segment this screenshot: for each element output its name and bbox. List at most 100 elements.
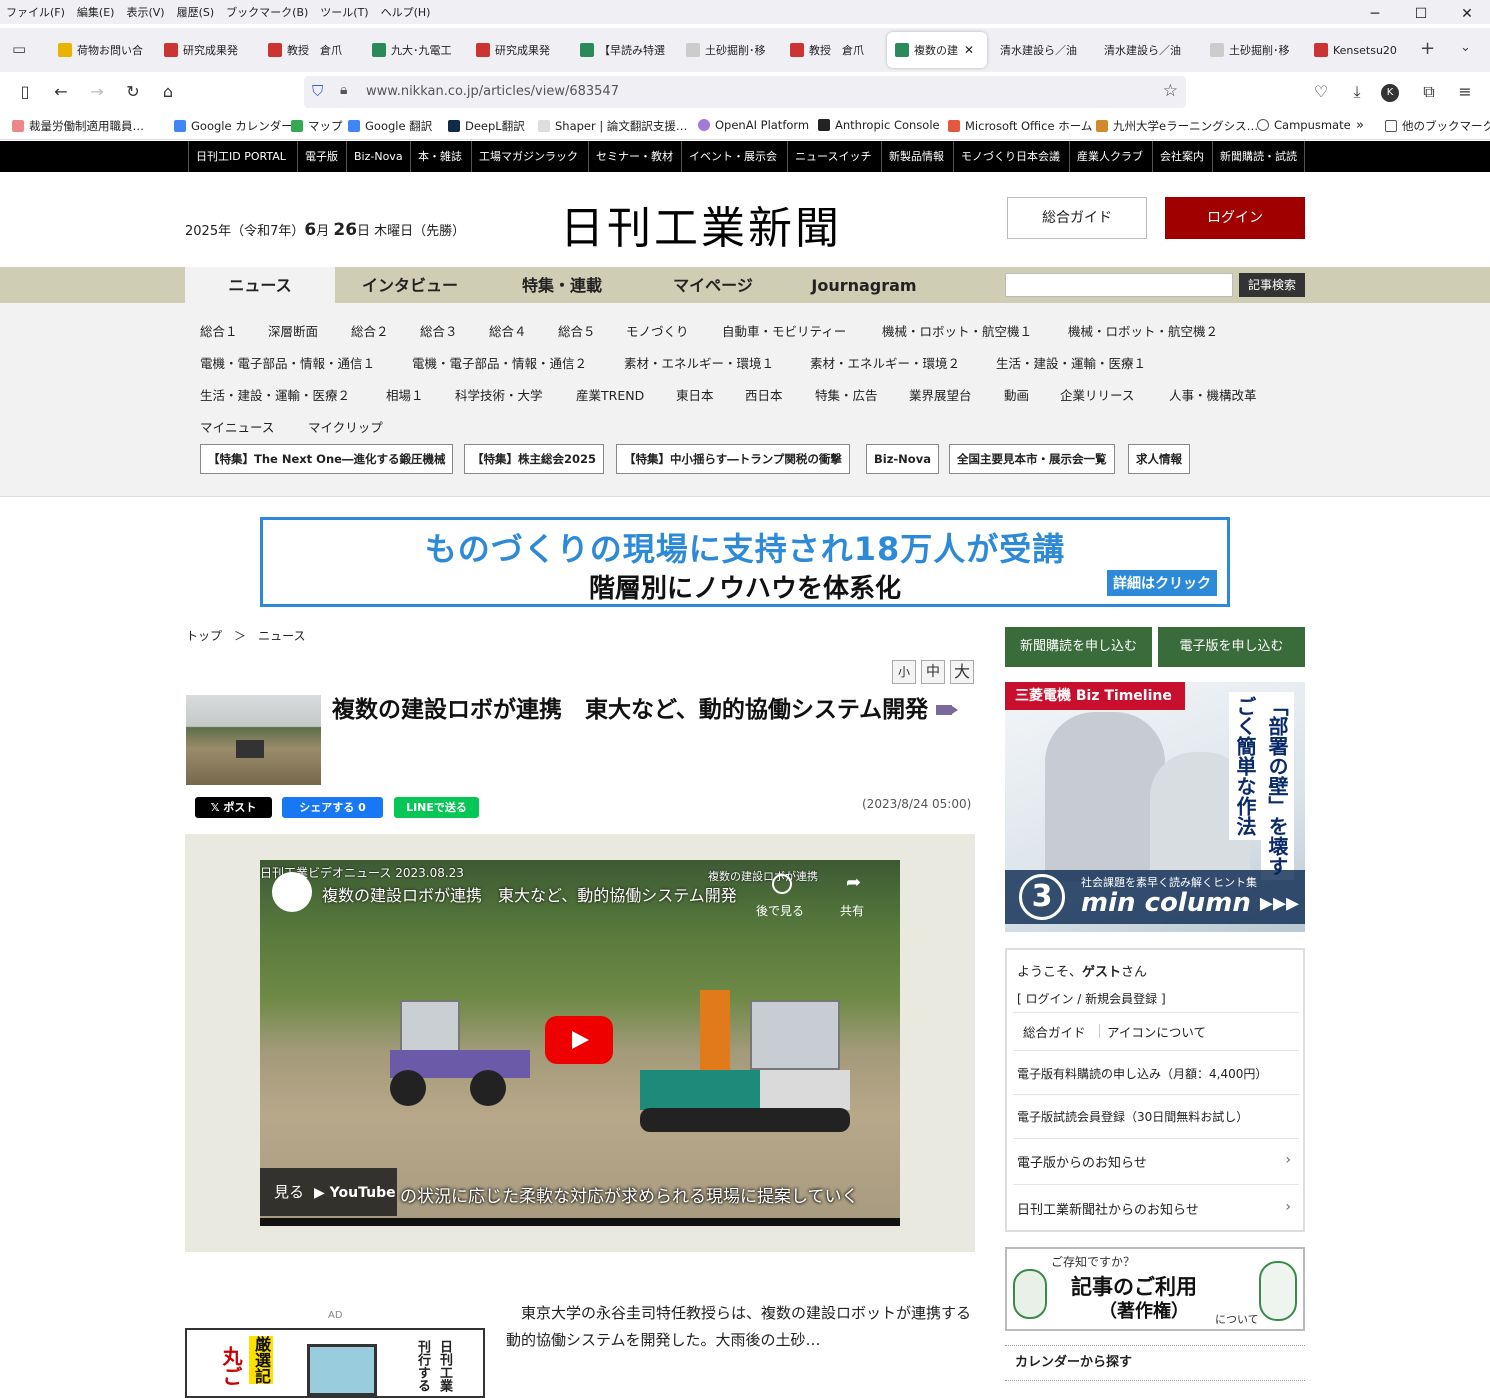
menu-tools[interactable]: ツール(T) <box>320 4 368 20</box>
category-link[interactable]: 素材・エネルギー・環境２ <box>810 353 960 372</box>
category-link[interactable]: 人事・機構改革 <box>1169 385 1257 404</box>
minimize-button[interactable]: ─ <box>1352 0 1398 28</box>
category-link[interactable]: 電機・電子部品・情報・通信１ <box>200 353 375 372</box>
category-link[interactable]: 動画 <box>1004 385 1029 404</box>
site-logo[interactable]: 日刊工業新聞 <box>560 192 842 256</box>
login-button[interactable]: ログイン <box>1165 197 1305 239</box>
nav-features[interactable]: 特集・連載 <box>485 267 639 303</box>
search-input[interactable] <box>1005 273 1233 297</box>
category-link[interactable]: 西日本 <box>745 385 783 404</box>
menu-bookmarks[interactable]: ブックマーク(B) <box>226 4 308 20</box>
other-bookmarks[interactable]: 他のブックマーク <box>1385 118 1490 134</box>
topnav-company[interactable]: 会社案内 <box>1152 141 1211 172</box>
download-icon[interactable]: ⤓ <box>1346 82 1368 102</box>
close-tab-icon[interactable]: ✕ <box>964 43 974 57</box>
bookmark-item[interactable]: OpenAI Platform <box>698 118 809 132</box>
bookmark-item[interactable]: DeepL翻訳 <box>448 118 525 134</box>
digital-notice-link[interactable]: 電子版からのお知らせ <box>1017 1152 1147 1171</box>
category-link[interactable]: 企業リリース <box>1060 385 1134 404</box>
feature-button[interactable]: 【特集】The Next One―進化する鍛圧機械 <box>200 444 454 474</box>
clock-icon[interactable] <box>772 874 792 894</box>
category-link[interactable]: 深層断面 <box>268 321 318 340</box>
category-link[interactable]: 総合３ <box>420 321 458 340</box>
category-link[interactable]: 総合４ <box>489 321 527 340</box>
category-link[interactable]: マイクリップ <box>308 417 383 436</box>
chevron-down-icon[interactable]: ⌄ <box>1460 40 1471 55</box>
tab[interactable]: 荷物お問い合 <box>50 32 154 68</box>
tab-list-icon[interactable]: ▭ <box>12 40 26 58</box>
category-link[interactable]: 機械・ロボット・航空機２ <box>1068 321 1218 340</box>
category-link[interactable]: 素材・エネルギー・環境１ <box>624 353 774 372</box>
bookmark-item[interactable]: Shaper | 論文翻訳支援… <box>538 118 687 134</box>
topnav-monozukuri[interactable]: モノづくり日本会議 <box>953 141 1067 172</box>
tab[interactable]: 研究成果発 <box>156 32 260 68</box>
bookmark-item[interactable]: 九州大学eラーニングシス… <box>1096 118 1258 134</box>
new-tab-icon[interactable]: + <box>1420 38 1435 59</box>
share-icon[interactable]: ➦ <box>846 872 861 893</box>
tab[interactable]: 【早読み特選 <box>572 32 676 68</box>
tab[interactable]: 土砂掘削･移 <box>678 32 782 68</box>
category-link[interactable]: 業界展望台 <box>909 385 972 404</box>
trial-register-link[interactable]: 電子版試読会員登録（30日間無料お試し） <box>1017 1108 1248 1125</box>
maximize-button[interactable]: ☐ <box>1398 0 1444 28</box>
category-link[interactable]: 科学技術・大学 <box>455 385 543 404</box>
banner-ad-button[interactable]: 詳細はクリック <box>1107 570 1217 596</box>
tab[interactable]: 研究成果発 <box>468 32 572 68</box>
youtube-player[interactable]: 日刊工業ビデオニュース 2023.08.23 複数の建設ロボが連携 東大など、動… <box>260 860 900 1226</box>
tab[interactable]: 清水建設ら／油 <box>992 32 1096 68</box>
sidebar-ad[interactable]: 三菱電機 Biz Timeline 「部署の壁」を壊す ごく簡単な作法 3 社会… <box>1005 682 1305 932</box>
category-link[interactable]: 生活・建設・運輸・医療１ <box>996 353 1146 372</box>
nav-news[interactable]: ニュース <box>185 267 335 303</box>
menu-help[interactable]: ヘルプ(H) <box>381 4 431 20</box>
video-progress-bar[interactable] <box>260 1218 900 1226</box>
category-link[interactable]: 総合２ <box>351 321 389 340</box>
icons-link[interactable]: アイコンについて <box>1107 1022 1206 1041</box>
subscribe-digital-button[interactable]: 電子版を申し込む <box>1158 627 1305 667</box>
category-link[interactable]: 産業TREND <box>576 385 644 404</box>
category-link[interactable]: 総合５ <box>558 321 596 340</box>
category-link[interactable]: 東日本 <box>676 385 714 404</box>
tab[interactable]: 九大･九電工 <box>364 32 468 68</box>
line-share-button[interactable]: LINEで送る <box>394 797 479 818</box>
forward-icon[interactable]: → <box>86 82 108 101</box>
topnav-id-portal[interactable]: 日刊工ID PORTAL <box>188 141 293 172</box>
banner-ad[interactable]: ものづくりの現場に支持され18万人が受講 階層別にノウハウを体系化 詳細はクリッ… <box>260 517 1230 607</box>
category-link[interactable]: 特集・広告 <box>815 385 878 404</box>
lock-icon[interactable]: 🔒︎ <box>340 82 347 98</box>
bookmark-item[interactable]: 裁量労働制適用職員… <box>12 118 144 134</box>
bookmark-item[interactable]: Google 翻訳 <box>348 118 432 134</box>
menu-icon[interactable]: ≡ <box>1454 82 1476 101</box>
font-size-small[interactable]: 小 <box>892 660 916 684</box>
topnav-books[interactable]: 本・雑誌 <box>410 141 469 172</box>
watch-on-youtube[interactable]: 見る ▶ YouTube <box>260 1168 397 1216</box>
tab[interactable]: 教授 倉爪 <box>260 32 364 68</box>
facebook-share-button[interactable]: シェアする 0 <box>282 797 383 818</box>
category-link[interactable]: マイニュース <box>200 417 274 436</box>
font-size-large[interactable]: 大 <box>950 660 974 684</box>
bookmark-item[interactable]: Google カレンダー <box>174 118 293 134</box>
feature-button[interactable]: 【特集】株主総会2025 <box>464 444 605 474</box>
nav-journagram[interactable]: Journagram <box>787 267 941 303</box>
menu-file[interactable]: ファイル(F) <box>6 4 65 20</box>
topnav-new-products[interactable]: 新製品情報 <box>881 141 951 172</box>
guide-link[interactable]: 総合ガイド <box>1023 1022 1086 1041</box>
category-link[interactable]: 総合１ <box>200 321 238 340</box>
tab[interactable]: Kensetsu20 <box>1306 32 1406 68</box>
search-button[interactable]: 記事検索 <box>1239 273 1305 297</box>
tab[interactable]: 清水建設ら／油 <box>1096 32 1200 68</box>
breadcrumb-news[interactable]: ニュース <box>258 629 305 643</box>
topnav-seminar[interactable]: セミナー・教材 <box>588 141 680 172</box>
menu-view[interactable]: 表示(V) <box>126 4 164 20</box>
feature-button[interactable]: Biz-Nova <box>866 444 939 474</box>
login-register-link[interactable]: [ ログイン / 新規会員登録 ] <box>1017 990 1166 1007</box>
bookmark-item[interactable]: マップ <box>291 118 343 134</box>
tab-active[interactable]: 複数の建 ✕ <box>887 32 987 68</box>
nav-interview[interactable]: インタビュー <box>335 267 485 303</box>
bookmark-item[interactable]: Campusmate <box>1257 118 1351 132</box>
watch-later-label[interactable]: 後で見る <box>756 902 804 919</box>
nav-mypage[interactable]: マイページ <box>639 267 787 303</box>
bookmark-item[interactable]: Microsoft Office ホーム <box>948 118 1092 134</box>
menu-history[interactable]: 履歴(S) <box>177 4 215 20</box>
copyright-ad[interactable]: ご存知ですか？ 記事のご利用 （著作権） について <box>1005 1247 1305 1331</box>
video-title[interactable]: 複数の建設ロボが連携 東大など、動的協働システム開発 <box>322 882 737 906</box>
